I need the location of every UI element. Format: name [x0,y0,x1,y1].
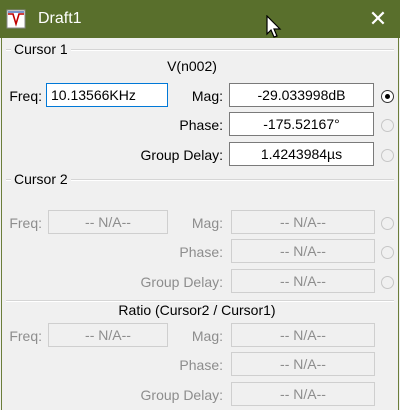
ratio-freq-label: Freq: [9,328,42,344]
cursor2-freq-label: Freq: [9,215,42,231]
cursor1-freq-field[interactable]: 10.13566KHz [46,83,168,107]
cursor2-phase-radio[interactable] [381,246,394,259]
cursor1-group-delay-field[interactable]: 1.4243984µs [229,142,374,166]
cursor1-node-label: V(n002) [167,58,217,74]
cursor1-group-delay-label: Group Delay: [140,147,223,163]
cursor2-group-label: Cursor 2 [11,171,71,187]
close-button[interactable]: ✕ [356,0,400,38]
cursor1-mag-label: Mag: [191,88,223,104]
ratio-mag-field[interactable]: -- N/A-- [231,323,375,347]
cursor1-group-delay-radio[interactable] [381,149,394,162]
cursor1-group-label: Cursor 1 [11,41,71,57]
cursor2-mag-field[interactable]: -- N/A-- [231,210,375,234]
cursor2-freq-field[interactable]: -- N/A-- [48,210,168,234]
cursor2-group-delay-radio[interactable] [381,276,394,289]
ratio-group-delay-label: Group Delay: [140,387,223,403]
title-bar[interactable]: Draft1 ✕ [0,0,400,38]
window-title: Draft1 [38,10,82,27]
ratio-phase-label: Phase: [179,357,223,373]
cursor2-phase-label: Phase: [179,244,223,260]
cursor2-group-delay-field[interactable]: -- N/A-- [231,269,375,293]
ratio-group-label: Ratio (Cursor2 / Cursor1) [118,302,276,318]
cursor2-phase-field[interactable]: -- N/A-- [231,239,375,263]
cursor1-phase-radio[interactable] [381,119,394,132]
ratio-group-delay-field[interactable]: -- N/A-- [231,382,375,406]
ratio-freq-field[interactable]: -- N/A-- [48,323,168,347]
cursor1-phase-field[interactable]: -175.52167° [229,112,374,136]
waveform-app-icon [6,9,26,29]
ratio-mag-label: Mag: [191,328,223,344]
cursor2-mag-label: Mag: [191,215,223,231]
close-icon: ✕ [368,6,388,31]
cursor1-freq-label: Freq: [9,88,42,104]
cursor1-mag-field[interactable]: -29.033998dB [229,83,374,107]
ratio-phase-field[interactable]: -- N/A-- [231,352,375,376]
cursor1-phase-label: Phase: [179,117,223,133]
cursor2-group-delay-label: Group Delay: [140,274,223,290]
mouse-pointer-icon [266,15,282,38]
cursor2-mag-radio[interactable] [381,217,394,230]
cursor1-mag-radio[interactable] [381,90,394,103]
cursor-readout-panel: Cursor 1 V(n002) Freq: 10.13566KHz Mag: … [1,38,399,410]
